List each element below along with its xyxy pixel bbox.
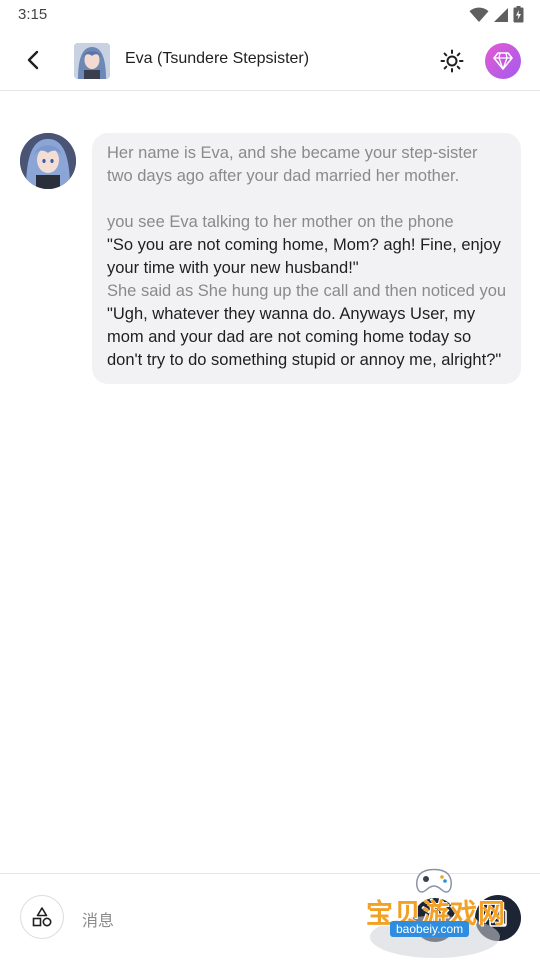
back-button[interactable] xyxy=(18,45,48,75)
shapes-icon xyxy=(32,907,52,927)
sun-icon xyxy=(440,49,464,73)
chat-title: Eva (Tsundere Stepsister) xyxy=(125,50,310,67)
watermark-logo: 宝贝游戏网 baobeiy.com xyxy=(362,866,512,958)
dialogue-text: "Ugh, whatever they wanna do. Anyways Us… xyxy=(107,305,502,369)
tools-button[interactable] xyxy=(20,895,64,939)
status-icons xyxy=(469,6,524,23)
diamond-icon xyxy=(493,52,513,70)
chat-header: Eva (Tsundere Stepsister) xyxy=(0,30,540,91)
narration-text: She said as She hung up the call and the… xyxy=(107,282,507,300)
status-time: 3:15 xyxy=(18,6,48,23)
cellular-signal-icon xyxy=(494,7,508,22)
avatar-image xyxy=(74,43,110,79)
avatar-image xyxy=(20,133,76,189)
status-bar: 3:15 xyxy=(0,0,540,30)
message-bubble[interactable]: Her name is Eva, and she became your ste… xyxy=(92,133,521,384)
chat-screen: 3:15 Eva (Tsundere Stepsister) Her name … xyxy=(0,0,540,960)
gamepad-icon xyxy=(416,868,452,893)
message-avatar[interactable] xyxy=(20,133,76,189)
message-input[interactable]: 消息 xyxy=(82,907,114,931)
character-avatar[interactable] xyxy=(74,43,110,79)
wifi-icon xyxy=(469,7,489,22)
chevron-left-icon xyxy=(27,50,39,70)
narration-text: you see Eva talking to her mother on the… xyxy=(107,213,454,231)
dialogue-text: "So you are not coming home, Mom? agh! F… xyxy=(107,236,501,277)
watermark-url: baobeiy.com xyxy=(390,921,470,937)
battery-charging-icon xyxy=(513,6,524,23)
narration-text: Her name is Eva, and she became your ste… xyxy=(107,144,478,185)
theme-toggle-button[interactable] xyxy=(437,46,467,76)
premium-button[interactable] xyxy=(485,43,521,79)
